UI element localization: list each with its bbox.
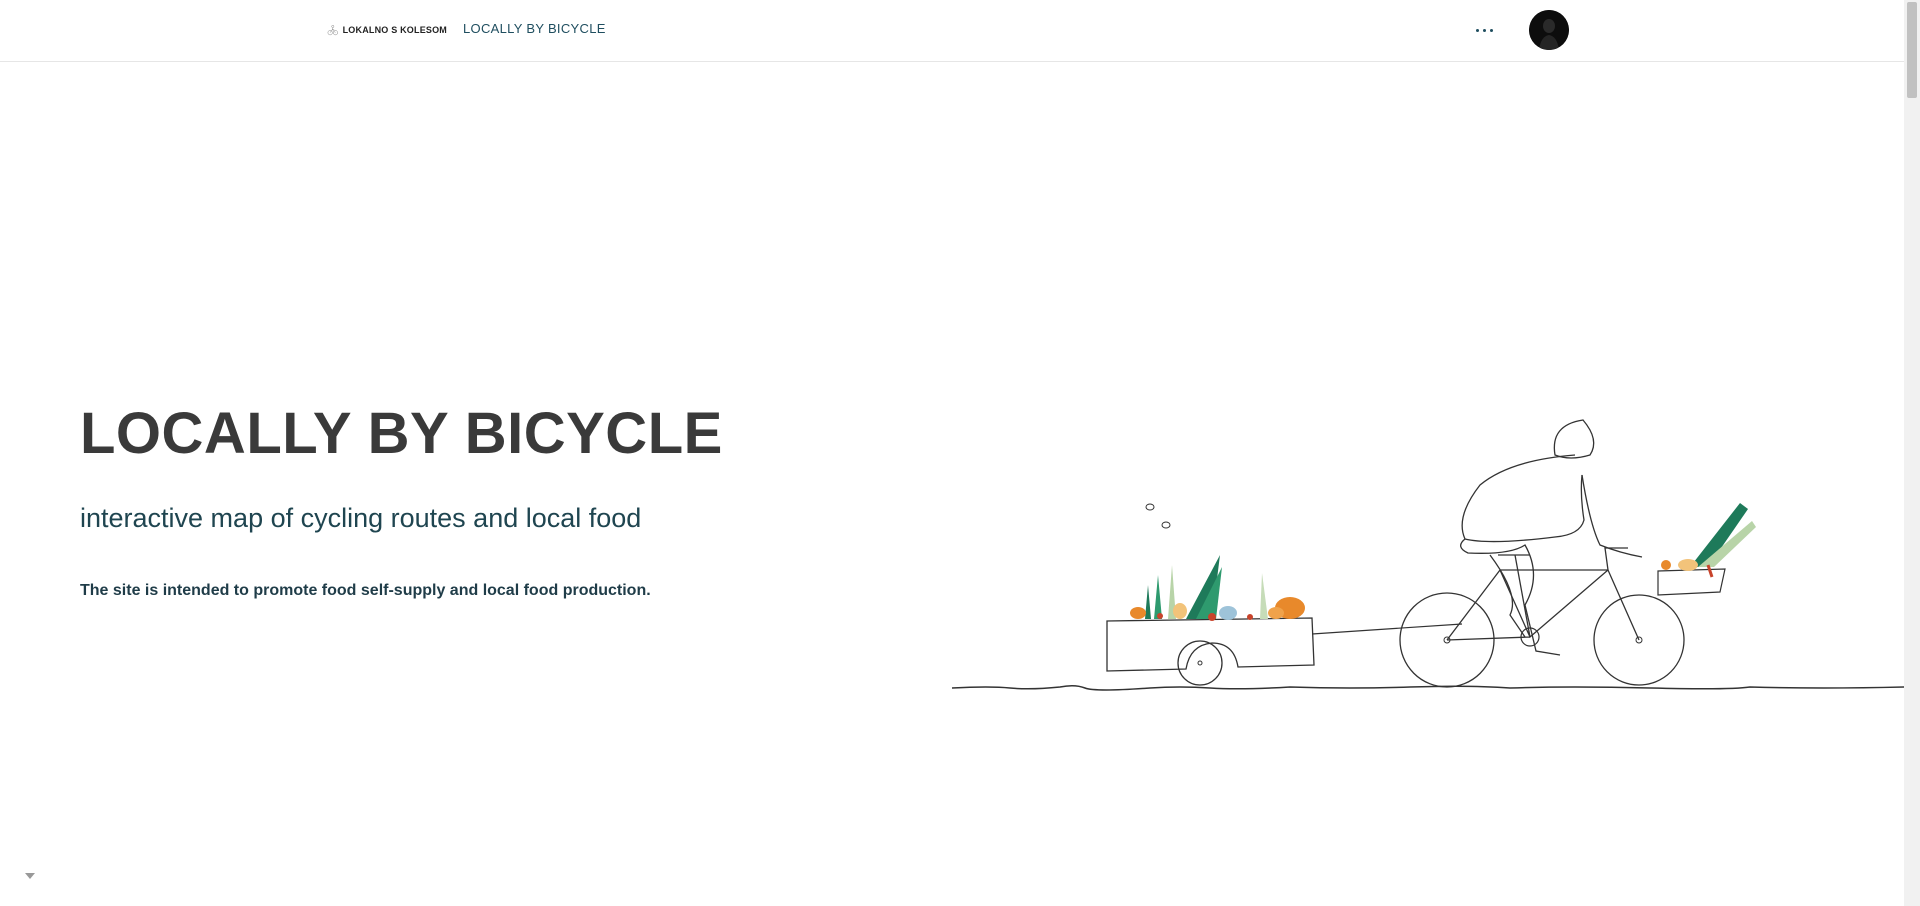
hero-subtitle: interactive map of cycling routes and lo… <box>80 503 642 533</box>
hero-description: The site is intended to promote food sel… <box>80 582 651 599</box>
avatar[interactable] <box>1529 10 1569 50</box>
brand-logo-text: LOKALNO S KOLESOM <box>342 25 447 35</box>
page-scrollbar[interactable] <box>1904 0 1920 906</box>
hero-title: LOCALLY BY BICYCLE <box>80 401 723 466</box>
bees <box>1145 503 1171 529</box>
more-dot <box>1489 28 1493 32</box>
vegetables-in-trailer <box>1130 555 1305 621</box>
more-horizontal-icon <box>1475 28 1479 32</box>
scrollbar-thumb[interactable] <box>1907 2 1917 98</box>
more-options-button[interactable] <box>1470 16 1498 44</box>
scroll-down-button[interactable] <box>22 870 38 882</box>
user-silhouette-icon <box>1529 10 1569 50</box>
site-title-link[interactable]: LOCALLY BY BICYCLE <box>463 21 606 36</box>
caret-down-icon <box>25 873 35 879</box>
cyclist-trailer-illustration <box>951 419 1904 691</box>
top-header: LOKALNO S KOLESOM LOCALLY BY BICYCLE <box>0 0 1904 62</box>
cyclist-logo-icon <box>327 25 338 36</box>
more-dot <box>1482 28 1486 32</box>
brand-logo[interactable]: LOKALNO S KOLESOM <box>327 17 447 43</box>
